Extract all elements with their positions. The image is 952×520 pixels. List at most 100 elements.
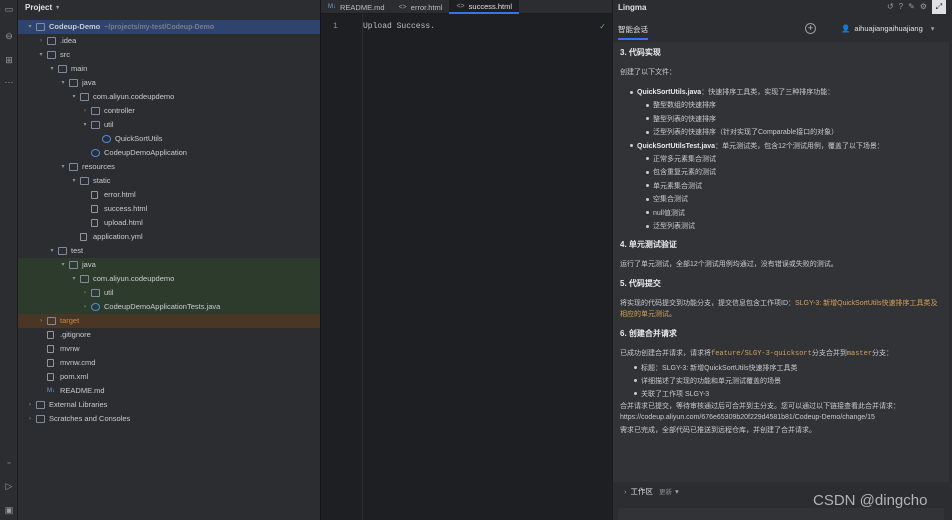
tree-item-label: main: [71, 64, 88, 73]
list-item: 整型数组的快速排序: [620, 99, 942, 113]
folder-icon[interactable]: ▭: [3, 3, 15, 15]
chevron-right-icon[interactable]: ›: [26, 398, 34, 412]
chevron-down-icon[interactable]: ▾: [37, 48, 45, 62]
tree-folder-util[interactable]: ▾ util: [18, 118, 320, 132]
tree-folder-java[interactable]: ▾ java: [18, 76, 320, 90]
tree-folder-resources[interactable]: ▾ resources: [18, 160, 320, 174]
tree-file-upload-html[interactable]: upload.html: [18, 216, 320, 230]
tree-folder-src[interactable]: ▾ src: [18, 48, 320, 62]
tree-file-error-html[interactable]: error.html: [18, 188, 320, 202]
workspace-label: 工作区: [630, 487, 654, 496]
tab-readme[interactable]: M↓ README.md: [321, 0, 392, 14]
ide-window: ▭ ⊖ ⊞ ⋯ ≈ ▷ ▣ Project ▾ ▾ Codeup-Demo ~/pr…: [0, 0, 952, 520]
chevron-down-icon[interactable]: ▾: [59, 258, 67, 272]
run-icon[interactable]: ▷: [3, 480, 15, 492]
tree-item-label: java: [82, 78, 96, 87]
tree-folder-test-java[interactable]: ▾ java: [18, 258, 320, 272]
tab-chat[interactable]: 智能会话: [618, 24, 648, 40]
chevron-down-icon[interactable]: ▾: [59, 76, 67, 90]
tree-file-codeupdemoapplication[interactable]: CodeupDemoApplication: [18, 146, 320, 160]
tree-item-label: mvnw: [60, 344, 80, 353]
tree-folder-controller[interactable]: › controller: [18, 104, 320, 118]
tree-file-application-yml[interactable]: application.yml: [18, 230, 320, 244]
tab-success-html[interactable]: <> success.html: [449, 0, 520, 14]
chevron-down-icon[interactable]: ▾: [48, 62, 56, 76]
terminal-icon[interactable]: ▣: [3, 504, 15, 516]
tree-file-mvnw-cmd[interactable]: mvnw.cmd: [18, 356, 320, 370]
tree-item-label: static: [93, 176, 111, 185]
project-panel-header[interactable]: Project ▾: [18, 0, 320, 14]
user-name: aihuajiangaihuajiang: [854, 24, 923, 33]
tree-folder-test[interactable]: ▾ test: [18, 244, 320, 258]
settings-icon[interactable]: ⚙: [920, 2, 927, 14]
tab-error-html[interactable]: <> error.html: [392, 0, 450, 14]
project-panel: Project ▾ ▾ Codeup-Demo ~/projects/my-test…: [18, 0, 320, 520]
section-title: 4. 单元测试验证: [620, 239, 677, 249]
project-tree: ▾ Codeup-Demo ~/projects/my-test/Codeup-De…: [18, 20, 320, 426]
structure-icon[interactable]: ⊞: [3, 54, 15, 66]
chevron-down-icon[interactable]: ▾: [81, 118, 89, 132]
file-icon: [47, 373, 54, 381]
folder-icon: [69, 163, 78, 171]
list-item-text: 空集合测试: [653, 196, 688, 203]
tree-test-folder-util[interactable]: › util: [18, 286, 320, 300]
java-class-icon: [91, 303, 100, 311]
edit-icon[interactable]: ✎: [908, 2, 915, 14]
chevron-down-icon[interactable]: ▾: [59, 160, 67, 174]
section-title: 6. 创建合并请求: [620, 328, 677, 338]
tree-file-quicksortutils[interactable]: QuickSortUtils: [18, 132, 320, 146]
chat-input-area[interactable]: [618, 508, 944, 520]
chevron-down-icon[interactable]: ▾: [70, 174, 78, 188]
user-icon: 👤: [841, 24, 851, 33]
chevron-down-icon[interactable]: ▾: [48, 244, 56, 258]
tree-folder-static[interactable]: ▾ static: [18, 174, 320, 188]
chevron-down-icon[interactable]: ▾: [70, 90, 78, 104]
chevron-right-icon[interactable]: ›: [37, 314, 45, 328]
tree-package[interactable]: ▾ com.aliyun.codeupdemo: [18, 90, 320, 104]
chevron-right-icon[interactable]: ›: [81, 286, 89, 300]
tree-external-libraries[interactable]: › External Libraries: [18, 398, 320, 412]
package-icon: [80, 93, 89, 101]
commit-icon[interactable]: ⊖: [3, 30, 15, 42]
code-line[interactable]: Upload Success.: [363, 22, 435, 31]
history-icon[interactable]: ↺: [887, 2, 894, 14]
tree-file-tests[interactable]: › CodeupDemoApplicationTests.java: [18, 300, 320, 314]
new-chat-plus-icon[interactable]: +: [805, 23, 816, 34]
tree-file-pom[interactable]: pom.xml: [18, 370, 320, 384]
text: 。: [669, 310, 676, 318]
tree-folder-target[interactable]: › target: [18, 314, 320, 328]
tree-folder-idea[interactable]: › .idea: [18, 34, 320, 48]
chat-message: 3. 代码实现 创建了以下文件： QuickSortUtils.java：快速排…: [613, 42, 949, 482]
tree-file-gitignore[interactable]: .gitignore: [18, 328, 320, 342]
more-icon[interactable]: ⋯: [3, 76, 15, 88]
list-item-text: 泛型列表测试: [653, 223, 695, 230]
tree-folder-main[interactable]: ▾ main: [18, 62, 320, 76]
help-icon[interactable]: ?: [899, 2, 903, 14]
folder-icon: [80, 177, 89, 185]
tree-file-success-html[interactable]: success.html: [18, 202, 320, 216]
merge-request-link[interactable]: https://codeup.aliyun.com/676e65309b20f2…: [620, 412, 942, 423]
user-selector[interactable]: 👤 aihuajiangaihuajiang ▾: [841, 24, 935, 33]
chevron-down-icon[interactable]: ▾: [26, 20, 34, 34]
expand-icon[interactable]: ⤢: [932, 0, 946, 14]
chevron-right-icon[interactable]: ›: [81, 104, 89, 118]
tree-test-package[interactable]: ▾ com.aliyun.codeupdemo: [18, 272, 320, 286]
lingma-icon[interactable]: ≈: [3, 458, 15, 470]
check-icon: ✓: [599, 22, 606, 31]
chevron-down-icon[interactable]: ▾: [70, 272, 78, 286]
package-icon: [91, 289, 100, 297]
chevron-right-icon[interactable]: ›: [81, 300, 89, 314]
chevron-right-icon[interactable]: ›: [26, 412, 34, 426]
library-icon: [36, 415, 45, 423]
html-file-icon: [91, 191, 98, 199]
tree-item-label: util: [104, 288, 114, 297]
html-icon: <>: [456, 2, 465, 10]
tree-root-codeup-demo[interactable]: ▾ Codeup-Demo ~/projects/my-test/Codeup-De…: [18, 20, 320, 34]
chevron-right-icon[interactable]: ›: [37, 34, 45, 48]
file-name: QuickSortUtilsTest.java: [637, 142, 716, 150]
paragraph: 创建了以下文件：: [620, 69, 676, 76]
tree-scratches[interactable]: › Scratches and Consoles: [18, 412, 320, 426]
paragraph: 将实现的代码提交到功能分支，提交信息包含工作项ID：SLGY-3: 新增Quic…: [620, 298, 942, 320]
tree-file-mvnw[interactable]: mvnw: [18, 342, 320, 356]
tree-file-readme[interactable]: M↓ README.md: [18, 384, 320, 398]
